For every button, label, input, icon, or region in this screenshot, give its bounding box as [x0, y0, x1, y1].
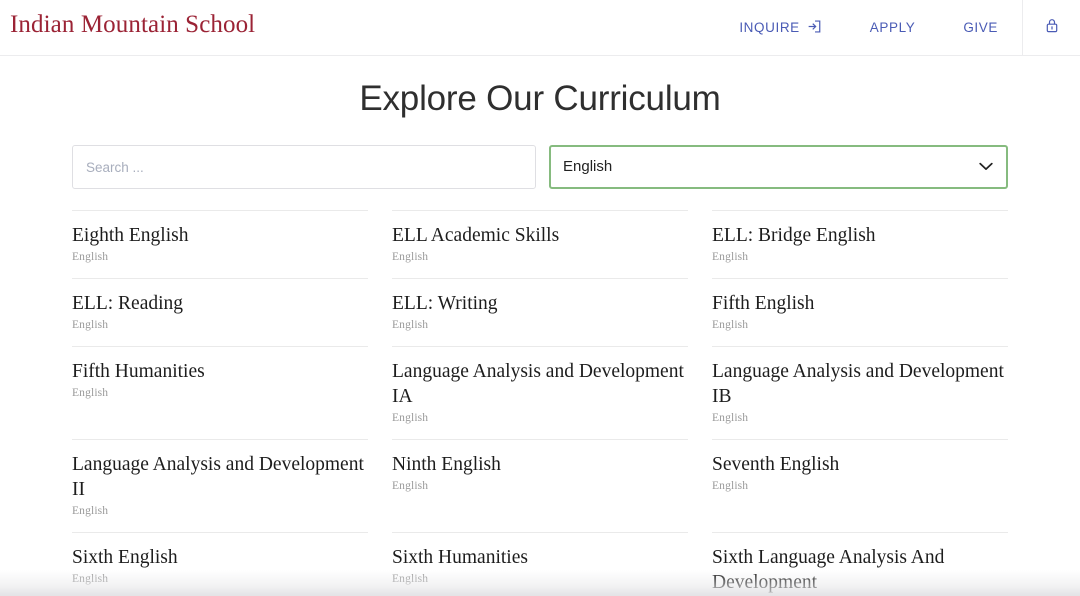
course-item: Sixth Humanities English — [392, 531, 688, 596]
course-item: ELL: Reading English — [72, 277, 368, 346]
course-title-link[interactable]: Fifth Humanities — [72, 359, 368, 384]
course-item: ELL: Bridge English English — [712, 209, 1008, 278]
course-item: ELL Academic Skills English — [392, 209, 688, 278]
course-item: Sixth Language Analysis And DevelopmentE… — [712, 531, 1008, 596]
course-title-link[interactable]: ELL: Bridge English — [712, 223, 1008, 248]
course-item: Language Analysis and Development IB Engl… — [712, 345, 1008, 439]
course-title-link[interactable]: Language Analysis and Development IA — [392, 359, 688, 409]
search-input[interactable] — [72, 144, 536, 189]
course-grid: Eighth English English ELL Academic Skills… — [72, 189, 1008, 596]
lock-icon — [1044, 17, 1060, 39]
course-department-label: English — [712, 411, 749, 424]
course-item: Eighth English English — [72, 209, 368, 278]
login-icon — [807, 19, 822, 37]
site-header: Indian Mountain School INQUIRE APPLY GIV… — [0, 0, 1080, 56]
course-department-label: English — [72, 386, 109, 399]
course-title-link[interactable]: ELL: Writing — [392, 291, 688, 316]
course-title-link[interactable]: Ninth English — [392, 452, 688, 477]
course-title-link[interactable]: Fifth English — [712, 291, 1008, 316]
course-item: Sixth English English — [72, 531, 368, 596]
course-title-link[interactable]: Sixth English — [72, 545, 368, 570]
course-title-link[interactable]: ELL: Reading — [72, 291, 368, 316]
course-item: Ninth English English — [392, 438, 688, 532]
nav-link-apply[interactable]: APPLY — [846, 21, 940, 35]
course-title-link[interactable]: Sixth Language Analysis And Development — [712, 545, 1008, 595]
page-title: Explore Our Curriculum — [359, 79, 721, 118]
curriculum-filter-bar: English — [72, 121, 1008, 189]
course-item: Fifth Humanities English — [72, 345, 368, 439]
page-root: Indian Mountain School INQUIRE APPLY GIV… — [0, 0, 1080, 596]
nav-link-inquire[interactable]: INQUIRE — [715, 19, 845, 37]
course-item: Fifth English English — [712, 277, 1008, 346]
course-title-link[interactable]: Eighth English — [72, 223, 368, 248]
login-button[interactable] — [1022, 0, 1080, 56]
search-field-wrapper — [72, 144, 536, 189]
course-item: Seventh English English — [712, 438, 1008, 532]
department-filter-wrapper: English — [549, 144, 1008, 189]
nav-link-give[interactable]: GIVE — [939, 21, 1022, 35]
nav-link-apply-label: APPLY — [869, 20, 916, 36]
header-nav: INQUIRE APPLY GIVE — [715, 0, 1022, 56]
course-item: Language Analysis and Development IA Engl… — [392, 345, 688, 439]
course-department-label: English — [392, 572, 429, 585]
course-department-label: English — [392, 318, 429, 331]
course-department-label: English — [72, 318, 109, 331]
course-department-label: English — [392, 411, 429, 424]
site-logo-text[interactable]: Indian Mountain School — [10, 9, 255, 41]
course-department-label: English — [392, 250, 429, 263]
nav-link-inquire-label: INQUIRE — [739, 20, 800, 36]
course-department-label: English — [72, 504, 109, 517]
course-department-label: English — [712, 250, 749, 263]
course-title-link[interactable]: Sixth Humanities — [392, 545, 688, 570]
course-title-link[interactable]: Language Analysis and Development II — [72, 452, 368, 502]
main-content: Explore Our Curriculum English Eighth En… — [0, 56, 1080, 596]
course-title-link[interactable]: ELL Academic Skills — [392, 223, 688, 248]
course-department-label: English — [712, 318, 749, 331]
course-item: ELL: Writing English — [392, 277, 688, 346]
department-filter-select[interactable]: English — [549, 144, 1008, 189]
course-department-label: English — [72, 572, 109, 585]
course-department-label: English — [392, 479, 429, 492]
course-title-link[interactable]: Language Analysis and Development IB — [712, 359, 1008, 409]
course-item: Language Analysis and Development II Engl… — [72, 438, 368, 532]
course-department-label: English — [712, 479, 749, 492]
course-title-link[interactable]: Seventh English — [712, 452, 1008, 477]
course-department-label: English — [72, 250, 109, 263]
nav-link-give-label: GIVE — [963, 20, 998, 36]
